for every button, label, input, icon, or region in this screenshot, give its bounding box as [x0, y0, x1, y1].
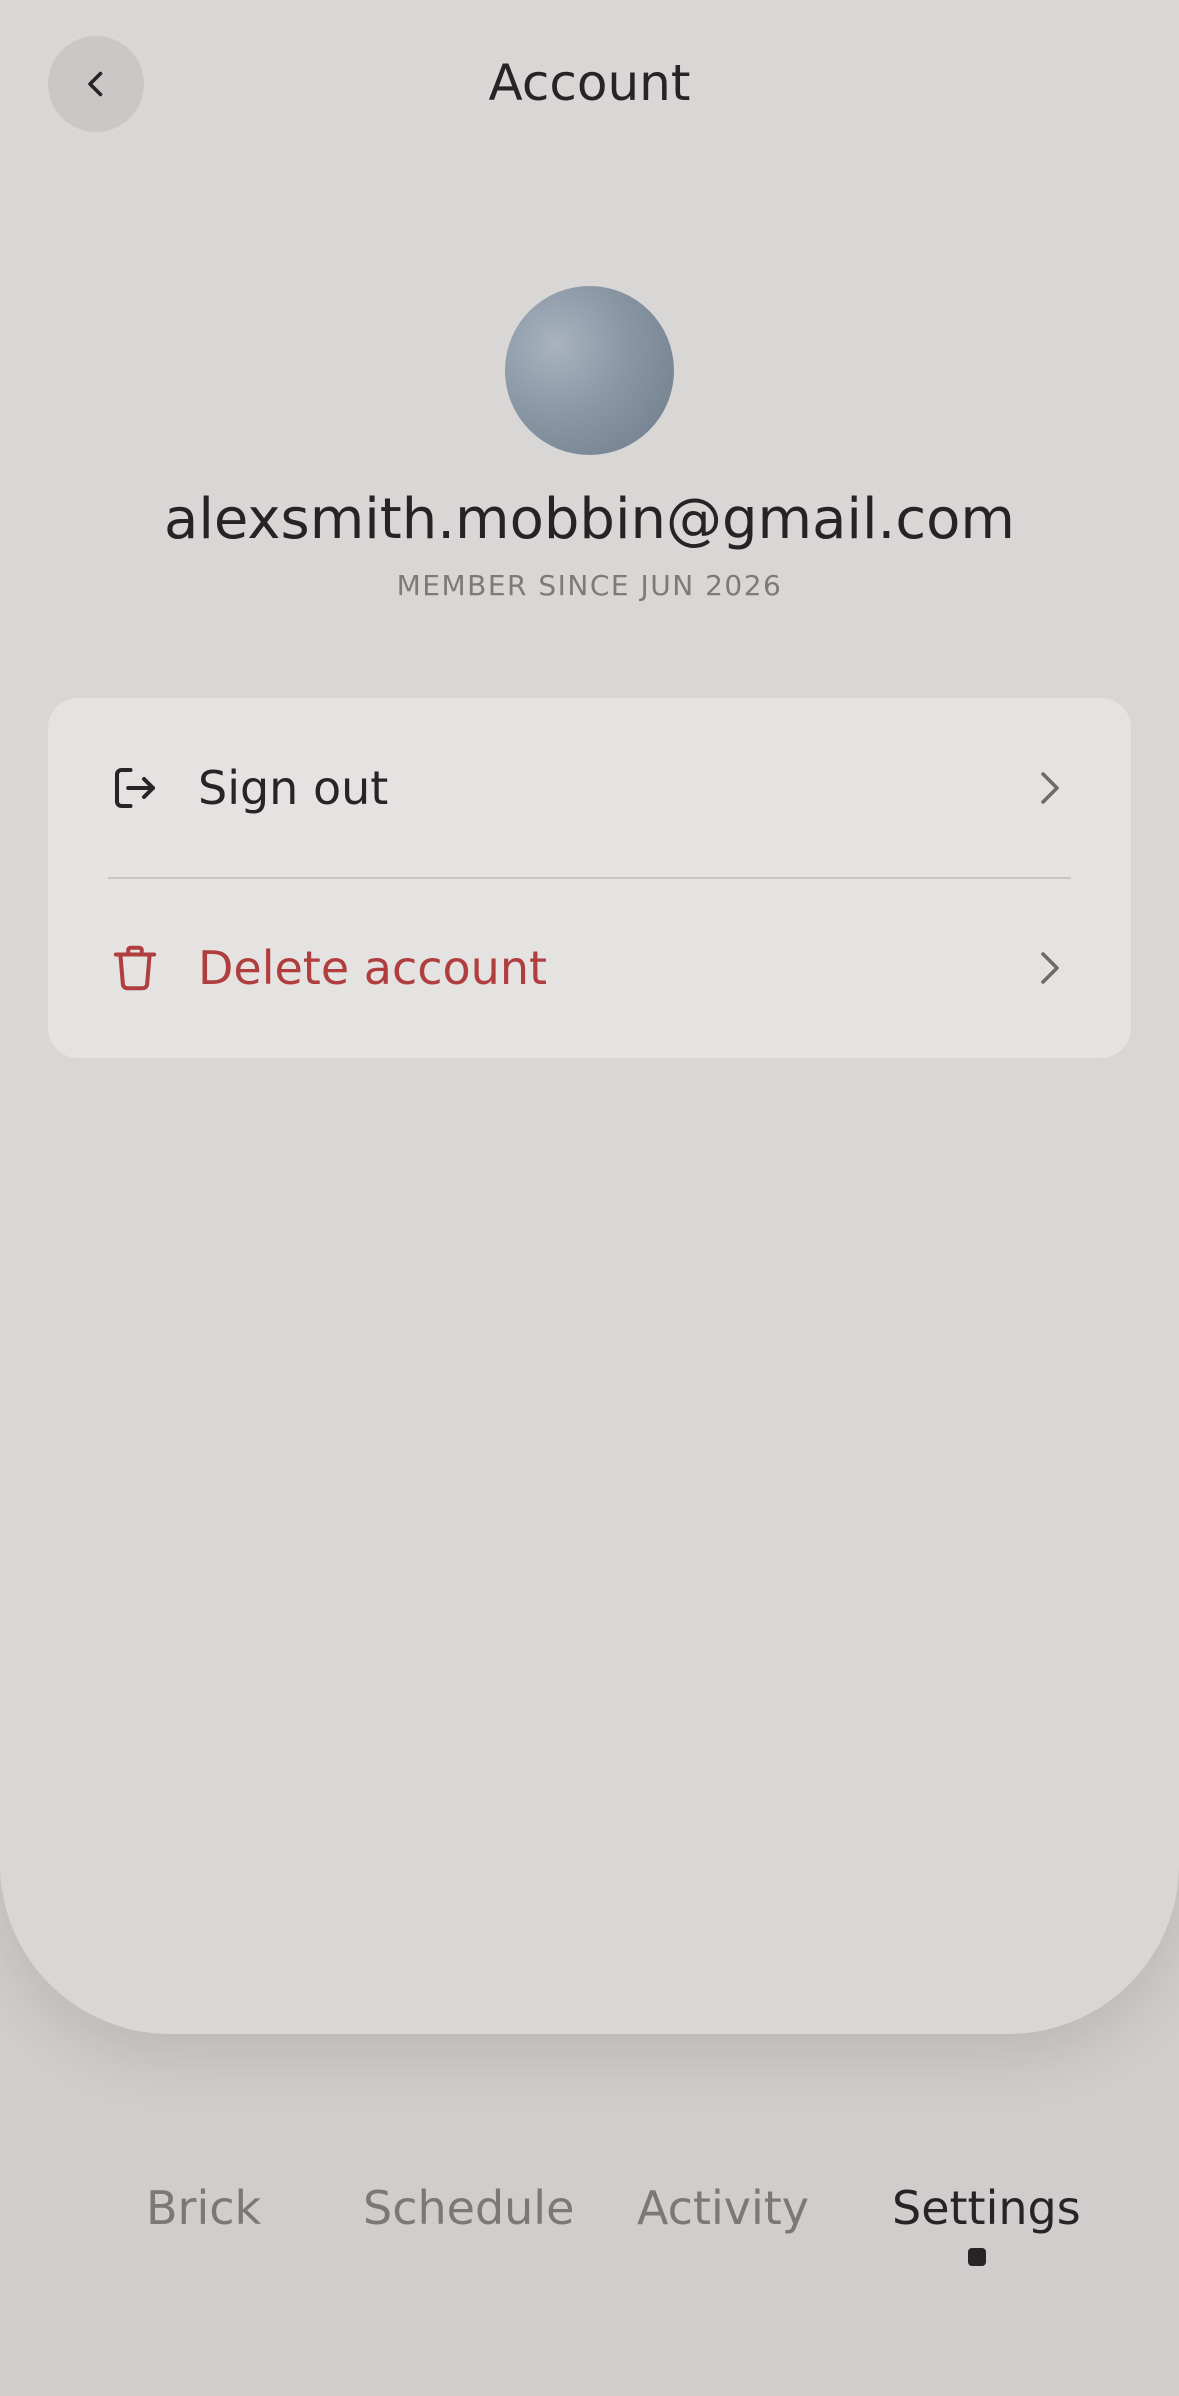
tab-schedule[interactable]: Schedule: [363, 2168, 574, 2248]
chevron-right-icon: [1035, 948, 1065, 988]
tab-brick[interactable]: Brick: [146, 2168, 261, 2248]
sign-out-label: Sign out: [198, 761, 389, 815]
trash-icon: [108, 941, 162, 995]
avatar: [505, 286, 674, 455]
tab-activity[interactable]: Activity: [637, 2168, 809, 2248]
sign-out-row[interactable]: Sign out: [48, 698, 1131, 878]
tab-settings[interactable]: Settings: [892, 2168, 1081, 2248]
delete-account-label: Delete account: [198, 941, 548, 995]
account-actions-card: Sign out Delete account: [48, 698, 1131, 1058]
active-tab-indicator: [968, 2248, 986, 2266]
tab-bar: Brick Schedule Activity Settings: [0, 2160, 1179, 2280]
page-title: Account: [488, 54, 691, 112]
sign-out-icon: [108, 761, 162, 815]
main-sheet: Account alexsmith.mobbin@gmail.com MEMBE…: [0, 0, 1179, 2034]
delete-account-row[interactable]: Delete account: [48, 878, 1131, 1058]
account-email: alexsmith.mobbin@gmail.com: [164, 487, 1015, 552]
chevron-right-icon: [1035, 768, 1065, 808]
member-since-label: MEMBER SINCE JUN 2026: [396, 569, 783, 602]
